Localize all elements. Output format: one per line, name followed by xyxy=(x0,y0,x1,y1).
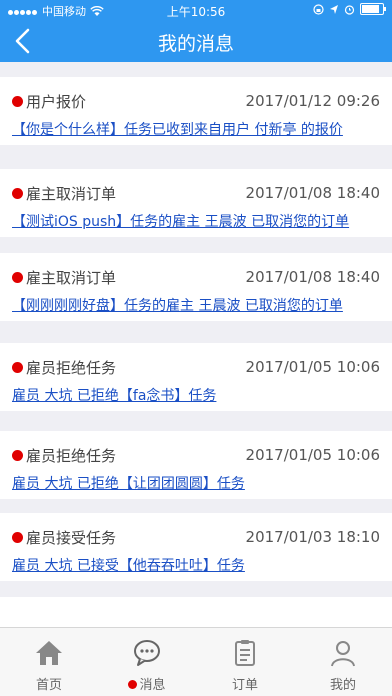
message-type: 用户报价 xyxy=(26,92,87,111)
message-type: 雇员拒绝任务 xyxy=(26,446,117,465)
unread-dot-icon xyxy=(12,271,23,283)
tab-profile[interactable]: 我的 xyxy=(294,628,392,696)
message-time: 2017/01/12 09:26 xyxy=(245,92,380,110)
unread-dot-icon xyxy=(12,361,23,373)
message-time: 2017/01/05 10:06 xyxy=(245,446,380,464)
page-title: 我的消息 xyxy=(157,33,234,55)
message-link[interactable]: 雇员 大坑 已拒绝【让团团圆圆】任务 xyxy=(12,473,384,493)
message-time: 2017/01/03 18:10 xyxy=(245,528,380,546)
message-item-partial[interactable] xyxy=(0,597,392,628)
message-item[interactable]: 雇员拒绝任务 2017/01/05 10:06 雇员 大坑 已拒绝【让团团圆圆】… xyxy=(0,431,392,499)
location-icon xyxy=(330,4,338,14)
message-time: 2017/01/05 10:06 xyxy=(245,358,380,376)
nav-bar: 我的消息 xyxy=(0,20,392,62)
message-item[interactable]: 雇主取消订单 2017/01/08 18:40 【刚刚刚刚好盘】任务的雇主 王晨… xyxy=(0,253,392,321)
tab-label: 首页 xyxy=(35,678,62,693)
chat-bubble-icon xyxy=(134,640,160,666)
message-time: 2017/01/08 18:40 xyxy=(245,184,380,202)
battery-icon xyxy=(360,3,386,15)
tab-label: 消息 xyxy=(139,678,166,693)
message-link[interactable]: 【你是个什么样】任务已收到来自用户 付新亭 的报价 xyxy=(12,119,384,139)
message-type: 雇主取消订单 xyxy=(26,184,117,203)
clipboard-icon xyxy=(235,640,255,666)
message-link[interactable]: 雇员 大坑 已接受【他吞吞吐吐】任务 xyxy=(12,555,384,575)
message-item[interactable]: 雇员接受任务 2017/01/03 18:10 雇员 大坑 已接受【他吞吞吐吐】… xyxy=(0,513,392,581)
home-icon xyxy=(36,641,62,665)
unread-dot-icon xyxy=(12,95,23,107)
message-item[interactable]: 用户报价 2017/01/12 09:26 【你是个什么样】任务已收到来自用户 … xyxy=(0,77,392,145)
person-icon xyxy=(331,641,355,667)
alarm-icon xyxy=(344,4,355,15)
tab-orders[interactable]: 订单 xyxy=(196,628,294,696)
message-time: 2017/01/08 18:40 xyxy=(245,268,380,286)
unread-badge xyxy=(128,680,138,689)
tab-bar: 首页 消息 订单 我的 xyxy=(0,627,392,696)
tab-label: 我的 xyxy=(329,678,356,693)
message-item[interactable]: 雇员拒绝任务 2017/01/05 10:06 雇员 大坑 已拒绝【fa念书】任… xyxy=(0,343,392,411)
unread-dot-icon xyxy=(12,187,23,199)
lock-rotation-icon xyxy=(313,3,324,15)
message-type: 雇员拒绝任务 xyxy=(26,358,117,377)
unread-dot-icon xyxy=(12,449,23,461)
message-type: 雇主取消订单 xyxy=(26,268,117,287)
message-link[interactable]: 雇员 大坑 已拒绝【fa念书】任务 xyxy=(12,385,384,405)
tab-home[interactable]: 首页 xyxy=(0,628,98,696)
message-link[interactable]: 【测试iOS push】任务的雇主 王晨波 已取消您的订单 xyxy=(12,211,384,231)
status-bar: 中国移动 上午10:56 xyxy=(0,0,392,20)
unread-dot-icon xyxy=(12,531,23,543)
message-type: 雇员接受任务 xyxy=(26,528,117,547)
message-item[interactable]: 雇主取消订单 2017/01/08 18:40 【测试iOS push】任务的雇… xyxy=(0,169,392,237)
tab-messages[interactable]: 消息 xyxy=(98,628,196,696)
message-link[interactable]: 【刚刚刚刚好盘】任务的雇主 王晨波 已取消您的订单 xyxy=(12,295,384,315)
message-list[interactable]: 用户报价 2017/01/12 09:26 【你是个什么样】任务已收到来自用户 … xyxy=(0,62,392,628)
tab-label: 订单 xyxy=(231,678,258,693)
